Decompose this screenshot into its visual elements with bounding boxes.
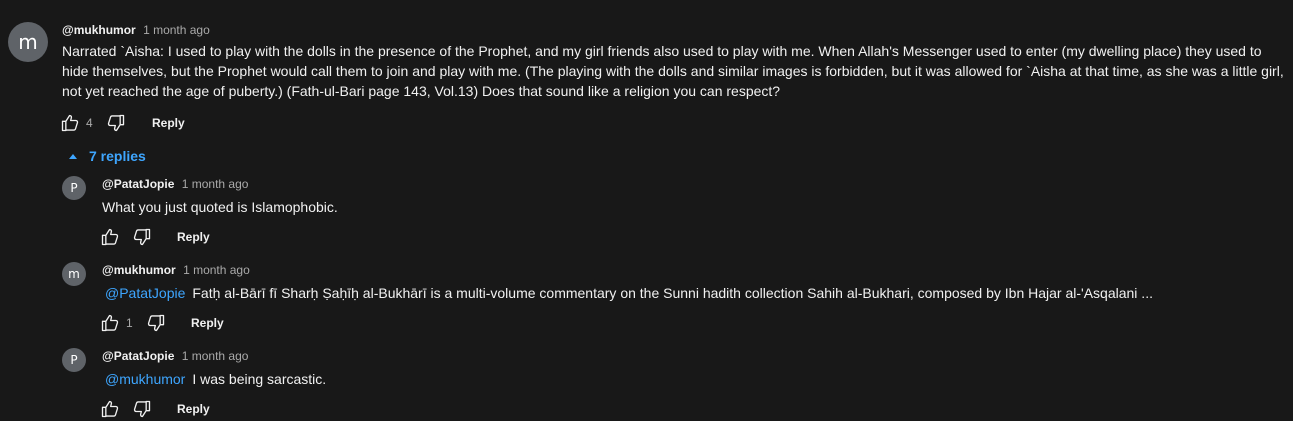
thumbs-up-icon[interactable] xyxy=(60,113,80,133)
thumbs-down-icon[interactable] xyxy=(106,113,126,133)
comment-author[interactable]: @mukhumor xyxy=(62,23,136,37)
reply-button[interactable]: Reply xyxy=(177,402,210,416)
like-count: 4 xyxy=(86,116,93,130)
comment-text: Narrated `Aisha: I used to play with the… xyxy=(62,41,1287,101)
comment-actions: 4 Reply xyxy=(60,111,185,135)
reply-author[interactable]: @PatatJopie xyxy=(102,177,174,191)
reply-button[interactable]: Reply xyxy=(152,116,185,130)
reply-header: @mukhumor 1 month ago xyxy=(102,263,250,277)
thumbs-up-icon[interactable] xyxy=(100,313,120,333)
thumbs-down-icon[interactable] xyxy=(146,313,166,333)
reply-header: @PatatJopie 1 month ago xyxy=(102,349,248,363)
reply-header: @PatatJopie 1 month ago xyxy=(102,177,248,191)
thumbs-down-icon[interactable] xyxy=(132,399,152,419)
reply-actions: Reply xyxy=(100,225,210,249)
reply-button[interactable]: Reply xyxy=(177,230,210,244)
reply-button[interactable]: Reply xyxy=(191,316,224,330)
reply-actions: Reply xyxy=(100,397,210,421)
avatar[interactable]: P xyxy=(62,348,86,372)
reply-text-content: I was being sarcastic. xyxy=(192,371,327,387)
thumbs-up-icon[interactable] xyxy=(100,227,120,247)
reply-text: @PatatJopie Fatḥ al-Bārī fī Sharḥ Ṣaḥīḥ a… xyxy=(105,283,1153,303)
reply-time[interactable]: 1 month ago xyxy=(183,263,250,277)
comment-text-line: hide themselves, but the Prophet would c… xyxy=(62,63,1284,79)
reply-text: What you just quoted is Islamophobic. xyxy=(102,199,338,215)
thumbs-down-icon[interactable] xyxy=(132,227,152,247)
comment-header: @mukhumor 1 month ago xyxy=(62,23,210,37)
reply-time[interactable]: 1 month ago xyxy=(182,349,249,363)
like-count: 1 xyxy=(126,316,133,330)
reply-author[interactable]: @mukhumor xyxy=(102,263,176,277)
replies-count-label: 7 replies xyxy=(89,148,146,164)
mention-link[interactable]: @PatatJopie xyxy=(105,285,185,301)
replies-toggle-button[interactable]: 7 replies xyxy=(66,145,146,167)
avatar[interactable]: m xyxy=(62,262,86,286)
avatar[interactable]: m xyxy=(8,22,48,62)
avatar[interactable]: P xyxy=(62,176,86,200)
comment-text-line: Narrated `Aisha: I used to play with the… xyxy=(62,43,1262,59)
reply-time[interactable]: 1 month ago xyxy=(182,177,249,191)
reply-text: @mukhumor I was being sarcastic. xyxy=(105,369,326,389)
comment-time[interactable]: 1 month ago xyxy=(143,23,210,37)
caret-up-icon xyxy=(69,153,77,159)
reply-author[interactable]: @PatatJopie xyxy=(102,349,174,363)
reply-text-content: Fatḥ al-Bārī fī Sharḥ Ṣaḥīḥ al-Bukhārī i… xyxy=(192,285,1153,301)
mention-link[interactable]: @mukhumor xyxy=(105,371,185,387)
reply-actions: 1 Reply xyxy=(100,311,224,335)
thumbs-up-icon[interactable] xyxy=(100,399,120,419)
comment-text-line: not yet reached the age of puberty.) (Fa… xyxy=(62,83,781,99)
